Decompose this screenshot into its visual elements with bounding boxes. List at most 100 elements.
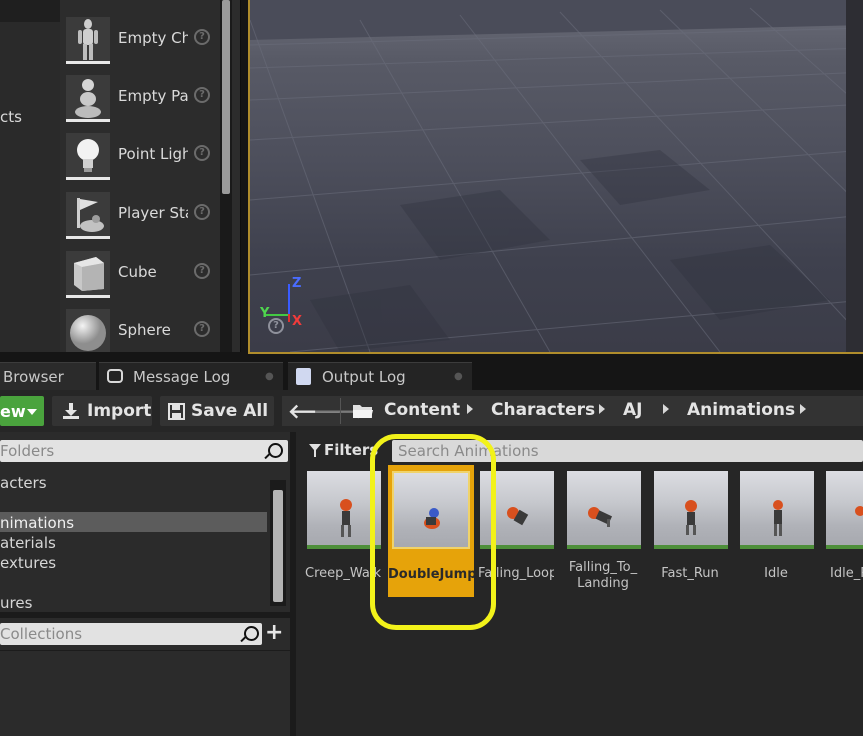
save-icon xyxy=(168,403,185,420)
character-figure xyxy=(855,506,863,516)
place-actors-list: Empty Ch ? Empty Pa ? Point Ligh ? Playe… xyxy=(60,0,241,352)
asset-tile[interactable]: Idle xyxy=(738,468,818,598)
add-collection-icon[interactable]: + xyxy=(265,620,283,645)
filter-icon xyxy=(309,444,321,457)
help-icon[interactable]: ? xyxy=(194,321,210,337)
breadcrumb-arrow-icon[interactable] xyxy=(599,404,605,414)
output-log-icon xyxy=(296,368,311,385)
collections-search-placeholder: Collections xyxy=(0,625,83,643)
outliner-category-label[interactable]: cts xyxy=(0,108,22,126)
tab-output-log[interactable]: Output Log ● xyxy=(288,362,472,391)
help-icon[interactable]: ? xyxy=(194,145,210,161)
sphere-icon xyxy=(66,309,110,352)
place-item-cube[interactable]: Cube ? xyxy=(60,248,225,300)
place-item-point-light[interactable]: Point Ligh ? xyxy=(60,130,225,182)
place-item-player-start[interactable]: Player Sta ? xyxy=(60,189,225,241)
character-figure xyxy=(773,500,783,536)
breadcrumb-animations[interactable]: Animations xyxy=(687,400,795,420)
folder-item-materials[interactable]: aterials xyxy=(0,534,56,552)
place-item-label: Sphere xyxy=(118,321,171,339)
breadcrumb-arrow-icon[interactable] xyxy=(467,404,473,414)
axis-gizmo: Z Y X ? xyxy=(260,276,324,336)
breadcrumb-characters[interactable]: Characters xyxy=(491,400,595,420)
viewport-edge xyxy=(846,0,863,352)
help-icon[interactable]: ? xyxy=(194,29,210,45)
folder-item-characters[interactable]: acters xyxy=(0,474,47,492)
pawn-icon xyxy=(66,75,110,122)
download-icon xyxy=(63,403,79,419)
folders-scrollbar[interactable] xyxy=(273,490,283,602)
character-figure xyxy=(588,507,613,527)
search-icon[interactable] xyxy=(244,626,259,641)
chevron-down-icon xyxy=(27,409,37,415)
asset-tile[interactable]: Falling_To_ Landing xyxy=(565,468,645,598)
tab-content-browser[interactable]: Browser xyxy=(0,362,96,391)
world-outliner-panel: cts xyxy=(0,0,61,352)
folder-item-animations[interactable]: nimations xyxy=(0,514,74,532)
import-label: Import xyxy=(87,401,152,421)
asset-name: Idle_R xyxy=(830,566,863,581)
help-icon[interactable]: ? xyxy=(194,263,210,279)
cube-icon xyxy=(66,251,110,298)
animation-thumbnail xyxy=(740,471,814,549)
close-icon[interactable]: ● xyxy=(265,371,274,382)
outliner-header xyxy=(0,0,60,22)
breadcrumb-arrow-icon[interactable] xyxy=(663,404,669,414)
floor-grid xyxy=(250,0,863,352)
filters-button[interactable]: Filters xyxy=(306,440,378,462)
highlight-ring xyxy=(370,434,496,630)
tab-label: Message Log xyxy=(133,368,231,386)
sources-splitter[interactable] xyxy=(0,612,290,618)
place-list-scrollbar[interactable] xyxy=(222,0,230,194)
close-icon[interactable]: ● xyxy=(454,371,463,382)
folder-list-clipped-row xyxy=(0,462,60,470)
animation-thumbnail xyxy=(567,471,641,549)
folder-icon xyxy=(353,405,373,418)
divider xyxy=(0,650,290,651)
tab-message-log[interactable]: Message Log ● xyxy=(99,362,283,391)
place-item-empty-character[interactable]: Empty Ch ? xyxy=(60,14,225,66)
search-icon[interactable] xyxy=(268,443,283,458)
help-icon[interactable]: ? xyxy=(194,87,210,103)
breadcrumb-arrow-icon[interactable] xyxy=(800,404,806,414)
place-item-empty-pawn[interactable]: Empty Pa ? xyxy=(60,72,225,124)
collections-search-input[interactable]: Collections xyxy=(0,623,262,645)
place-item-label: Empty Pa xyxy=(118,87,188,105)
asset-tile[interactable]: Idle_R xyxy=(824,468,863,598)
asset-name: Fast_Run xyxy=(661,566,719,581)
axis-x-label: X xyxy=(292,314,303,329)
animation-thumbnail xyxy=(654,471,728,549)
place-item-label: Cube xyxy=(118,263,157,281)
asset-name: Falling_To_ Landing xyxy=(568,560,638,591)
axis-z-label: Z xyxy=(292,276,302,291)
divider xyxy=(340,398,341,424)
message-log-icon xyxy=(107,369,123,383)
animation-thumbnail xyxy=(826,471,863,549)
folder-item-clipped[interactable]: ures xyxy=(0,594,32,612)
folders-search-placeholder: Folders xyxy=(0,442,55,460)
breadcrumb-aj[interactable]: AJ xyxy=(623,400,642,420)
folders-search-input[interactable]: Folders xyxy=(0,440,288,462)
import-button[interactable]: Import xyxy=(52,396,152,426)
save-all-label: Save All xyxy=(191,401,269,421)
character-figure xyxy=(685,500,697,535)
save-all-button[interactable]: Save All xyxy=(160,396,274,426)
axis-y-label: Y xyxy=(260,306,270,321)
asset-tile[interactable]: Fast_Run xyxy=(652,468,732,598)
breadcrumb-content[interactable]: Content xyxy=(384,400,460,420)
place-item-sphere[interactable]: Sphere ? xyxy=(60,306,225,352)
lightbulb-icon xyxy=(66,133,110,180)
tab-label: Browser xyxy=(3,368,64,386)
place-item-label: Empty Ch xyxy=(118,29,188,47)
mannequin-icon xyxy=(66,17,110,64)
level-viewport[interactable]: Z Y X ? xyxy=(248,0,863,354)
help-icon[interactable]: ? xyxy=(194,204,210,220)
asset-name: Idle xyxy=(764,566,788,581)
folder-item-textures[interactable]: extures xyxy=(0,554,56,572)
tab-label: Output Log xyxy=(322,368,406,386)
add-new-label: ew xyxy=(0,402,26,421)
player-start-icon xyxy=(66,192,110,239)
add-new-button[interactable]: ew xyxy=(0,396,44,426)
place-item-label: Player Sta xyxy=(118,204,188,222)
help-icon[interactable]: ? xyxy=(268,318,284,334)
